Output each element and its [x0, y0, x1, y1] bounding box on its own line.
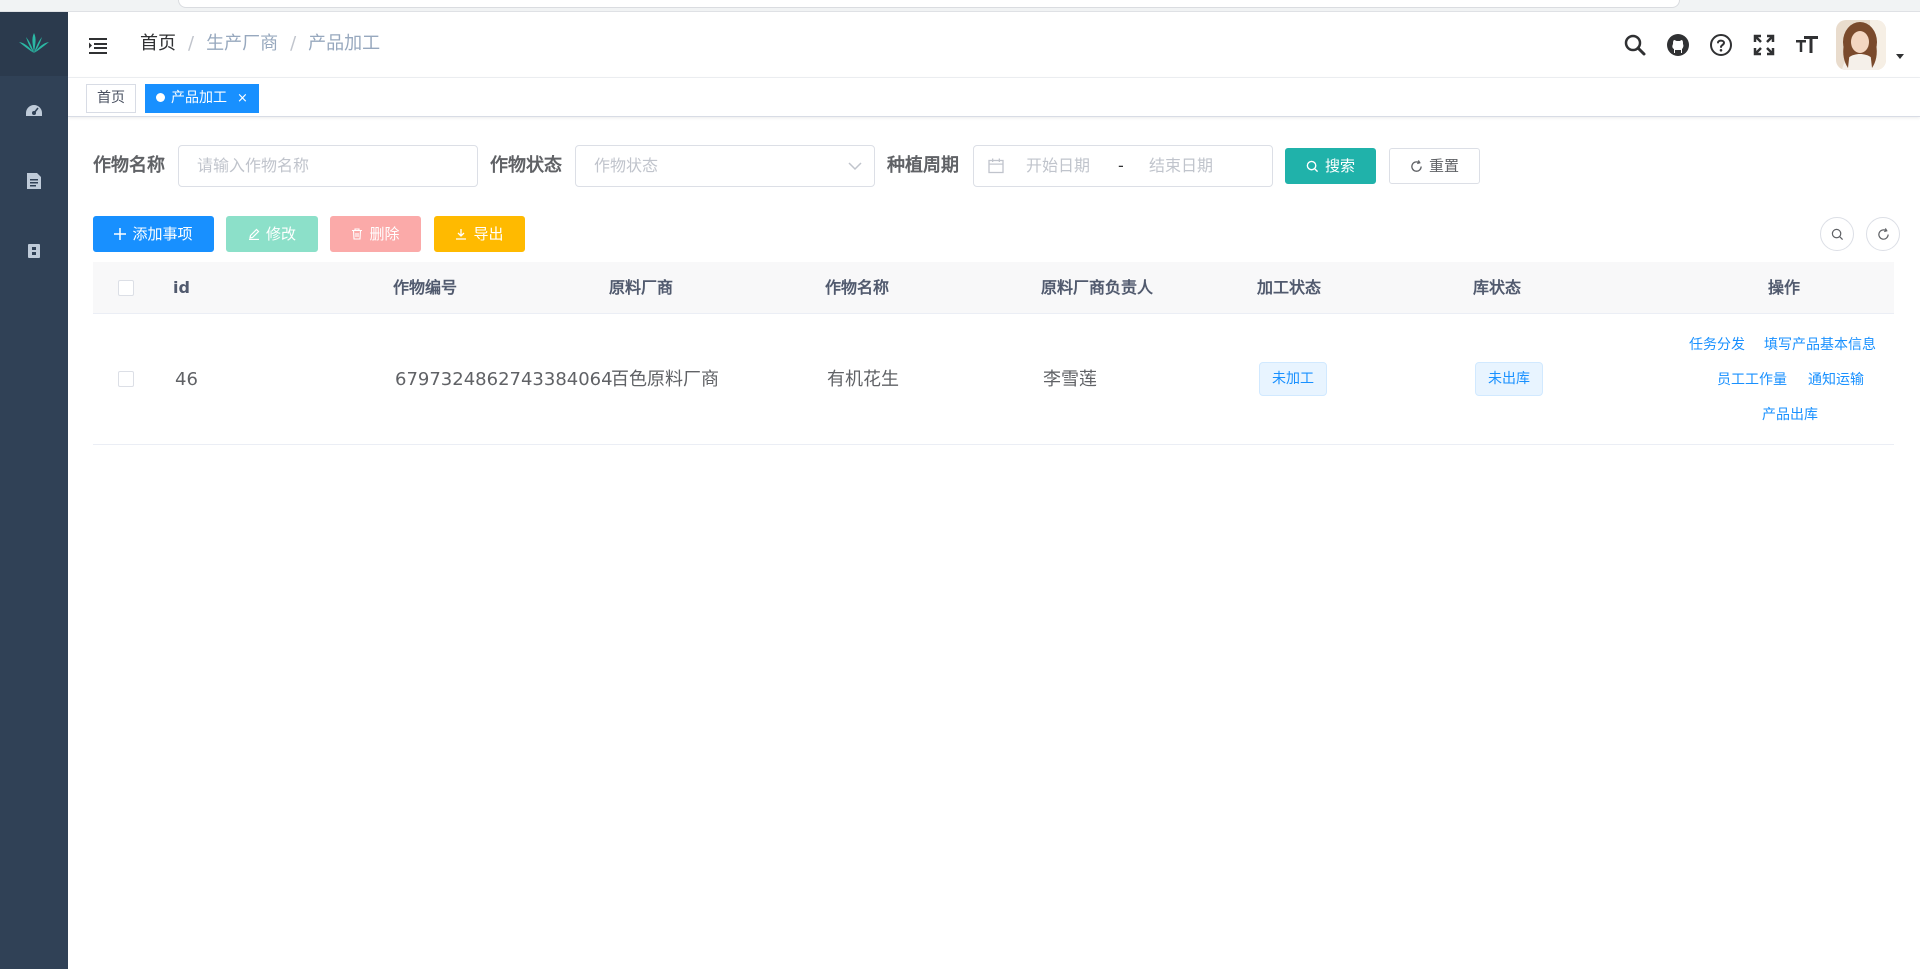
- hamburger-icon[interactable]: [86, 34, 110, 58]
- notify-transport-link[interactable]: 通知运输: [1808, 369, 1864, 389]
- end-date-input[interactable]: 结束日期: [1149, 146, 1213, 186]
- trash-icon: [351, 228, 363, 240]
- crop-name-label: 作物名称: [93, 155, 165, 176]
- logo[interactable]: [0, 12, 68, 76]
- add-item-button[interactable]: 添加事项: [93, 216, 214, 252]
- header-operations: 操作: [1768, 278, 1801, 297]
- font-size-icon[interactable]: [1794, 32, 1820, 58]
- edit-icon: [248, 228, 260, 240]
- navbar: 首页 / 生产厂商 / 产品加工: [68, 12, 1920, 78]
- toggle-search-button[interactable]: [1820, 217, 1854, 251]
- crop-status-label: 作物状态: [490, 155, 562, 176]
- tag-product-processing[interactable]: 产品加工 ×: [145, 84, 259, 113]
- export-button[interactable]: 导出: [434, 216, 525, 252]
- search-icon: [1831, 228, 1843, 240]
- period-label: 种植周期: [887, 155, 959, 176]
- select-all-checkbox[interactable]: [118, 280, 134, 296]
- chevron-down-icon: [848, 162, 862, 171]
- cell-supplier: 百色原料厂商: [611, 369, 719, 390]
- stock-status-badge: 未出库: [1475, 362, 1543, 396]
- dashboard-icon: [26, 105, 42, 116]
- close-icon[interactable]: ×: [237, 91, 248, 106]
- header-id: id: [173, 278, 190, 297]
- table-row: 46 6797324862743384064 百色原料厂商 有机花生 李雪莲 未…: [93, 314, 1894, 445]
- header-stock-status: 库状态: [1473, 278, 1522, 297]
- plus-icon: [114, 228, 127, 240]
- start-date-input[interactable]: 开始日期: [1026, 146, 1090, 186]
- header-owner: 原料厂商负责人: [1041, 278, 1154, 297]
- download-icon: [455, 228, 467, 240]
- sidebar-item-dashboard[interactable]: [0, 76, 68, 146]
- product-outbound-link[interactable]: 产品出库: [1762, 404, 1818, 424]
- calendar-icon: [988, 158, 1004, 174]
- crop-status-select[interactable]: 作物状态: [575, 145, 875, 187]
- help-icon[interactable]: [1708, 32, 1734, 58]
- browser-top-strip: [0, 0, 1920, 12]
- table-header: id 作物编号 原料厂商 作物名称 原料厂商负责人 加工状态 库状态 操作: [93, 262, 1894, 314]
- edit-button[interactable]: 修改: [226, 216, 318, 252]
- process-status-badge: 未加工: [1259, 362, 1327, 396]
- breadcrumb: 首页 / 生产厂商 / 产品加工: [140, 32, 381, 56]
- crop-name-input[interactable]: 请输入作物名称: [178, 145, 478, 187]
- avatar[interactable]: [1836, 20, 1886, 70]
- right-menu: [1605, 20, 1904, 70]
- fill-product-info-link[interactable]: 填写产品基本信息: [1764, 334, 1876, 354]
- browser-address-bar[interactable]: [178, 0, 1680, 8]
- tags-view: 首页 产品加工 ×: [68, 78, 1920, 117]
- header-supplier: 原料厂商: [609, 278, 674, 297]
- chevron-down-icon[interactable]: [1896, 53, 1904, 59]
- employee-workload-link[interactable]: 员工工作量: [1717, 369, 1787, 389]
- fullscreen-icon[interactable]: [1751, 32, 1777, 58]
- header-crop-name: 作物名称: [825, 278, 890, 297]
- header-process-status: 加工状态: [1257, 278, 1322, 297]
- leaf-logo-icon: [19, 33, 49, 53]
- row-checkbox[interactable]: [118, 371, 134, 387]
- document-icon: [27, 173, 41, 189]
- breadcrumb-manufacturer: 生产厂商: [206, 33, 279, 54]
- sidebar-item-documents[interactable]: [0, 146, 68, 216]
- refresh-table-button[interactable]: [1866, 217, 1900, 251]
- tag-home[interactable]: 首页: [86, 84, 136, 113]
- cell-id: 46: [175, 369, 198, 390]
- search-button[interactable]: 搜索: [1285, 148, 1376, 184]
- breadcrumb-home[interactable]: 首页: [140, 32, 176, 56]
- header-crop-no: 作物编号: [393, 278, 458, 297]
- dispatch-task-link[interactable]: 任务分发: [1689, 334, 1745, 354]
- sidebar: [0, 12, 68, 969]
- refresh-icon: [1877, 227, 1889, 240]
- cell-crop-name: 有机花生: [827, 369, 899, 390]
- cell-owner: 李雪莲: [1043, 369, 1097, 390]
- refresh-icon: [1410, 159, 1423, 173]
- search-form: 作物名称 请输入作物名称 作物状态 作物状态 种植周期 开始日期 - 结束日期 …: [90, 145, 1490, 187]
- date-range-picker[interactable]: 开始日期 - 结束日期: [973, 145, 1273, 187]
- cell-crop-no: 6797324862743384064: [395, 369, 613, 390]
- notebook-icon: [28, 244, 40, 258]
- sidebar-item-records[interactable]: [0, 216, 68, 286]
- active-dot-icon: [156, 93, 165, 102]
- search-icon: [1306, 160, 1319, 173]
- github-icon[interactable]: [1665, 32, 1691, 58]
- reset-button[interactable]: 重置: [1389, 148, 1480, 184]
- data-table: id 作物编号 原料厂商 作物名称 原料厂商负责人 加工状态 库状态 操作 46…: [93, 262, 1894, 445]
- breadcrumb-current: 产品加工: [308, 33, 381, 54]
- delete-button[interactable]: 删除: [330, 216, 421, 252]
- search-icon[interactable]: [1622, 32, 1648, 58]
